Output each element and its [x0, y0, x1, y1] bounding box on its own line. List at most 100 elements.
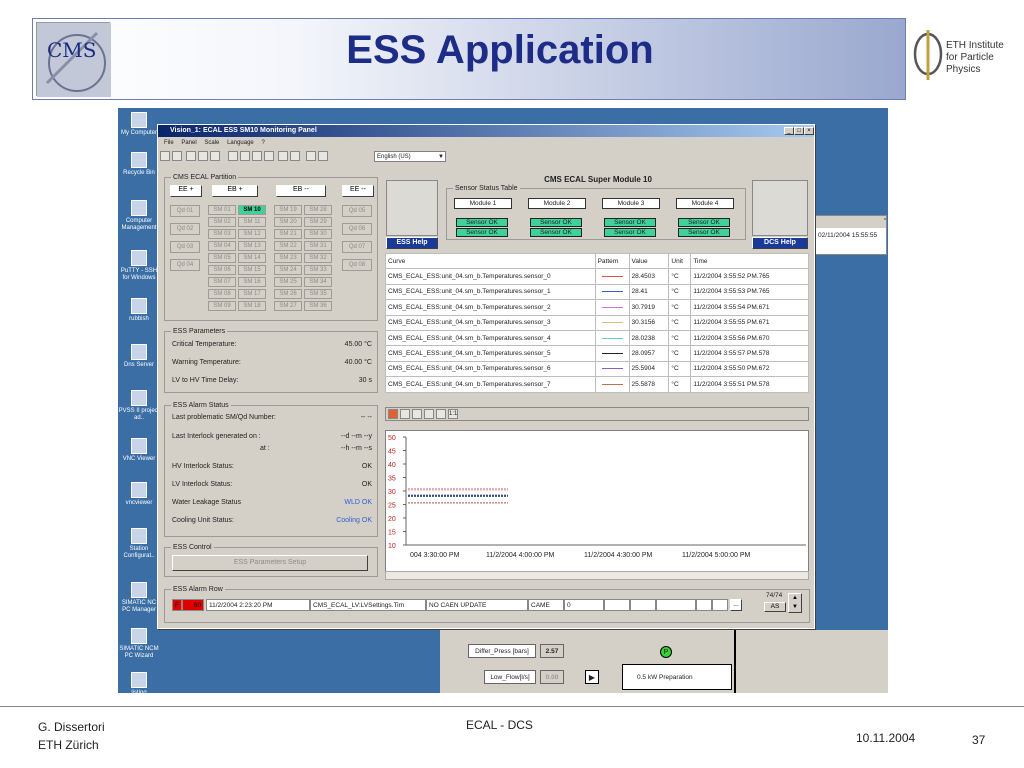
- desktop-icon[interactable]: Station Configurat..: [118, 528, 160, 560]
- curve-row[interactable]: CMS_ECAL_ESS:unit_04.sm_b.Temperatures.s…: [385, 376, 809, 393]
- sm-button[interactable]: SM 12: [238, 229, 266, 239]
- qd-button[interactable]: Qd 08: [342, 259, 372, 271]
- sm-button[interactable]: SM 08: [208, 289, 236, 299]
- qd-button[interactable]: Qd 05: [342, 205, 372, 217]
- params-setup-button[interactable]: ESS Parameters Setup: [172, 555, 368, 571]
- sm-button[interactable]: SM 27: [274, 301, 302, 311]
- trend-scrollbar[interactable]: [385, 571, 809, 580]
- sm-button[interactable]: SM 18: [238, 301, 266, 311]
- sm-button[interactable]: SM 02: [208, 217, 236, 227]
- layout-icon[interactable]: [198, 151, 208, 161]
- sm-button[interactable]: SM 29: [304, 217, 332, 227]
- open-icon[interactable]: [160, 151, 170, 161]
- close-button[interactable]: ×: [804, 127, 814, 135]
- sm-button[interactable]: SM 05: [208, 253, 236, 263]
- move-icon[interactable]: [264, 151, 274, 161]
- as-button[interactable]: AS: [764, 602, 786, 612]
- sm-button[interactable]: SM 01: [208, 205, 236, 215]
- sm-button[interactable]: SM 10: [238, 205, 266, 215]
- alarm-scroll-stepper[interactable]: ▲ ▼: [788, 593, 802, 613]
- sm-button[interactable]: SM 35: [304, 289, 332, 299]
- alarm-more-button[interactable]: ...: [730, 599, 742, 611]
- curve-row[interactable]: CMS_ECAL_ESS:unit_04.sm_b.Temperatures.s…: [385, 299, 809, 316]
- qd-button[interactable]: Qd 02: [170, 223, 200, 235]
- curve-row[interactable]: CMS_ECAL_ESS:unit_04.sm_b.Temperatures.s…: [385, 314, 809, 331]
- alarm-row[interactable]: F 60 11/2/2004 2:23:20 PM CMS_ECAL_LV:LV…: [172, 599, 792, 611]
- play-icon[interactable]: ▶: [585, 670, 599, 684]
- sm-button[interactable]: SM 22: [274, 241, 302, 251]
- desktop-icon[interactable]: vncviewer: [118, 482, 160, 507]
- sm-button[interactable]: SM 20: [274, 217, 302, 227]
- sm-button[interactable]: SM 09: [208, 301, 236, 311]
- menu-scale[interactable]: Scale: [204, 140, 219, 146]
- maximize-button[interactable]: □: [794, 127, 804, 135]
- menu-help[interactable]: ?: [261, 140, 264, 146]
- desktop-icon[interactable]: PuTTY - SSH for Windows: [118, 250, 160, 282]
- sm-button[interactable]: SM 14: [238, 253, 266, 263]
- desktop-icon[interactable]: Recycle Bin: [118, 152, 160, 177]
- sm-button[interactable]: SM 04: [208, 241, 236, 251]
- eb-minus-button[interactable]: EB --: [276, 185, 326, 197]
- curve-row[interactable]: CMS_ECAL_ESS:unit_04.sm_b.Temperatures.s…: [385, 268, 809, 285]
- sm-button[interactable]: SM 17: [238, 289, 266, 299]
- qd-button[interactable]: Qd 01: [170, 205, 200, 217]
- sm-button[interactable]: SM 23: [274, 253, 302, 263]
- window-icon[interactable]: [278, 151, 288, 161]
- desktop-icon[interactable]: SIMATIC NCM PC Wizard: [118, 628, 160, 660]
- sm-button[interactable]: SM 34: [304, 277, 332, 287]
- trend-chart[interactable]: 50 45 40 35 30 25 20 15 10 004 3:30:00 PM 11/2/200…: [385, 430, 809, 572]
- desktop-icon[interactable]: rubbish: [118, 298, 160, 323]
- sm-button[interactable]: SM 33: [304, 265, 332, 275]
- sm-button[interactable]: SM 21: [274, 229, 302, 239]
- sm-button[interactable]: SM 19: [274, 205, 302, 215]
- dcs-help-button[interactable]: DCS Help: [752, 237, 808, 249]
- desktop-icon[interactable]: My Computer: [118, 112, 160, 137]
- qd-button[interactable]: Qd 06: [342, 223, 372, 235]
- curve-row[interactable]: CMS_ECAL_ESS:unit_04.sm_b.Temperatures.s…: [385, 283, 809, 301]
- zoom-reset-icon[interactable]: [252, 151, 262, 161]
- desktop-icon[interactable]: Computer Management: [118, 200, 160, 232]
- desktop-icon[interactable]: listing alarme.xls: [118, 672, 160, 704]
- sm-button[interactable]: SM 06: [208, 265, 236, 275]
- desktop-icon[interactable]: PVSS II project ad..: [118, 390, 160, 422]
- trend-icon[interactable]: [388, 409, 398, 419]
- sm-button[interactable]: SM 11: [238, 217, 266, 227]
- sm-button[interactable]: SM 15: [238, 265, 266, 275]
- sm-button[interactable]: SM 36: [304, 301, 332, 311]
- window-titlebar[interactable]: Vision_1: ECAL ESS SM10 Monitoring Panel: [158, 125, 814, 137]
- zoom-out-icon[interactable]: [240, 151, 250, 161]
- qd-button[interactable]: Qd 07: [342, 241, 372, 253]
- sm-button[interactable]: SM 16: [238, 277, 266, 287]
- delete-icon[interactable]: [290, 151, 300, 161]
- trend-tool-icon[interactable]: [412, 409, 422, 419]
- language-select[interactable]: English (US) ▼: [374, 151, 446, 162]
- minimize-button[interactable]: _: [784, 127, 794, 135]
- desktop-icon[interactable]: SIMATIC NC PC Manager: [118, 582, 160, 614]
- ess-help-button[interactable]: ESS Help: [386, 237, 438, 249]
- trend-tool-icon[interactable]: [400, 409, 410, 419]
- sm-button[interactable]: SM 25: [274, 277, 302, 287]
- sm-button[interactable]: SM 31: [304, 241, 332, 251]
- zoom-in-icon[interactable]: [228, 151, 238, 161]
- sm-button[interactable]: SM 32: [304, 253, 332, 263]
- curve-row[interactable]: CMS_ECAL_ESS:unit_04.sm_b.Temperatures.s…: [385, 345, 809, 362]
- trend-tool-icon[interactable]: [436, 409, 446, 419]
- menu-file[interactable]: File: [164, 140, 174, 146]
- ee-minus-button[interactable]: EE --: [342, 185, 374, 197]
- curve-row[interactable]: CMS_ECAL_ESS:unit_04.sm_b.Temperatures.s…: [385, 360, 809, 378]
- desktop-icon[interactable]: VNC Viewer: [118, 438, 160, 463]
- menu-panel[interactable]: Panel: [181, 140, 196, 146]
- desktop-icon[interactable]: Dns Server: [118, 344, 160, 369]
- sm-button[interactable]: SM 03: [208, 229, 236, 239]
- sm-button[interactable]: SM 24: [274, 265, 302, 275]
- settings-icon[interactable]: [210, 151, 220, 161]
- qd-button[interactable]: Qd 04: [170, 259, 200, 271]
- menu-language[interactable]: Language: [227, 140, 254, 146]
- curve-row[interactable]: CMS_ECAL_ESS:unit_04.sm_b.Temperatures.s…: [385, 329, 809, 347]
- trend-zoom-button[interactable]: 1:1: [448, 409, 458, 419]
- ee-plus-button[interactable]: EE +: [170, 185, 202, 197]
- save-icon[interactable]: [172, 151, 182, 161]
- eb-plus-button[interactable]: EB +: [212, 185, 258, 197]
- panel-icon[interactable]: [318, 151, 328, 161]
- sm-button[interactable]: SM 13: [238, 241, 266, 251]
